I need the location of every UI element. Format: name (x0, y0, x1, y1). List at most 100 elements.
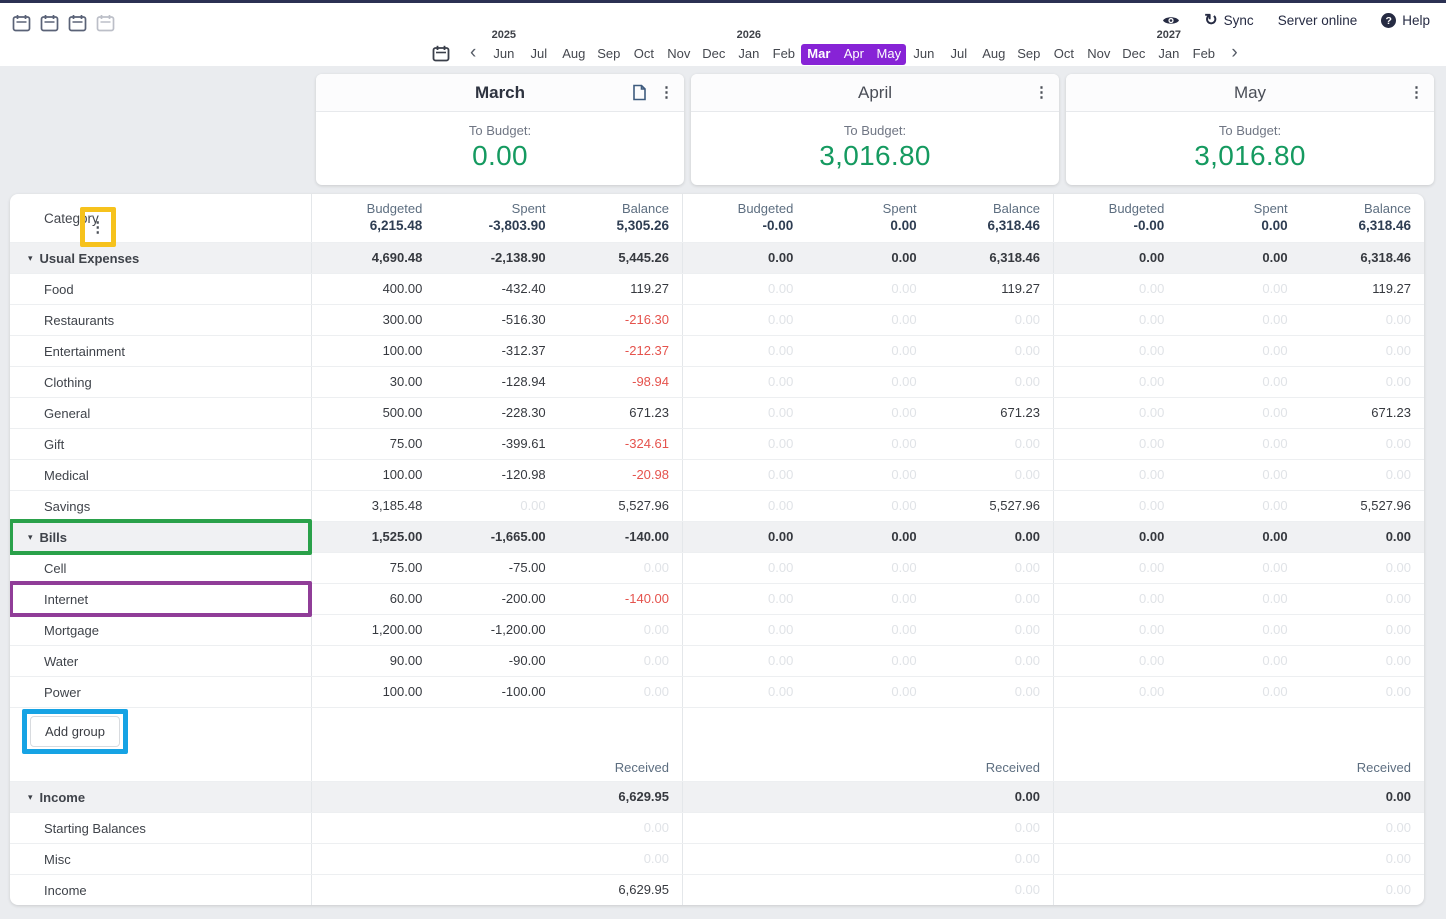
may-balance-cell[interactable]: 0.00 (1301, 429, 1424, 459)
may-balance-cell[interactable]: 0.00 (1301, 615, 1424, 645)
month-menu-button[interactable]: ⋮ (1409, 86, 1424, 100)
may-spent-cell[interactable]: 0.00 (1177, 553, 1300, 583)
april-received-cell[interactable]: 0.00 (683, 844, 1053, 874)
april-spent-cell[interactable]: 0.00 (806, 429, 929, 459)
may-spent-cell[interactable]: 0.00 (1177, 584, 1300, 614)
march-spent-cell[interactable]: -516.30 (435, 305, 558, 335)
april-spent-cell[interactable]: 0.00 (806, 243, 929, 273)
march-spent-cell[interactable]: -75.00 (435, 553, 558, 583)
may-received-cell[interactable]: 0.00 (1054, 782, 1424, 812)
april-spent-cell[interactable]: 0.00 (806, 274, 929, 304)
may-budgeted-cell[interactable]: 0.00 (1054, 615, 1177, 645)
to-budget-amount[interactable]: 0.00 (316, 140, 684, 172)
may-budgeted-cell[interactable]: 0.00 (1054, 429, 1177, 459)
category-name-usual-expenses[interactable]: ▾Usual Expenses (10, 243, 311, 273)
april-spent-cell[interactable]: 0.00 (806, 398, 929, 428)
may-spent-cell[interactable]: 0.00 (1177, 491, 1300, 521)
april-received-cell[interactable]: 0.00 (683, 875, 1053, 905)
may-spent-header[interactable]: Spent0.00 (1177, 194, 1300, 242)
april-balance-cell[interactable]: 0.00 (930, 429, 1053, 459)
may-spent-cell[interactable]: 0.00 (1177, 398, 1300, 428)
march-balance-cell[interactable]: -216.30 (559, 305, 682, 335)
collapse-arrow-icon[interactable]: ▾ (28, 792, 33, 803)
category-name-bills[interactable]: ▾Bills (10, 522, 311, 552)
april-spent-cell[interactable]: 0.00 (806, 522, 929, 552)
may-balance-cell[interactable]: 0.00 (1301, 460, 1424, 490)
april-budgeted-cell[interactable]: 0.00 (683, 429, 806, 459)
may-balance-cell[interactable]: 0.00 (1301, 305, 1424, 335)
month-nav-item-apr-10[interactable]: Apr (836, 28, 871, 65)
april-balance-cell[interactable]: 6,318.46 (930, 243, 1053, 273)
march-budgeted-cell[interactable]: 90.00 (312, 646, 435, 676)
april-spent-cell[interactable]: 0.00 (806, 584, 929, 614)
month-nav-item-nov-17[interactable]: Nov (1081, 28, 1116, 65)
march-balance-header[interactable]: Balance5,305.26 (559, 194, 682, 242)
april-balance-cell[interactable]: 0.00 (930, 677, 1053, 707)
category-name-clothing[interactable]: Clothing (10, 367, 311, 397)
march-spent-cell[interactable]: -90.00 (435, 646, 558, 676)
april-balance-cell[interactable]: 0.00 (930, 336, 1053, 366)
month-nav-item-feb-20[interactable]: Feb (1186, 28, 1221, 65)
march-balance-cell[interactable]: -212.37 (559, 336, 682, 366)
may-spent-cell[interactable]: 0.00 (1177, 646, 1300, 676)
may-spent-cell[interactable]: 0.00 (1177, 522, 1300, 552)
march-balance-cell[interactable]: 0.00 (559, 677, 682, 707)
march-budgeted-cell[interactable]: 75.00 (312, 553, 435, 583)
category-name-restaurants[interactable]: Restaurants (10, 305, 311, 335)
april-spent-cell[interactable]: 0.00 (806, 305, 929, 335)
category-name-internet[interactable]: Internet (10, 584, 311, 614)
server-status[interactable]: Server online (1278, 13, 1358, 28)
march-budgeted-cell[interactable]: 4,690.48 (312, 243, 435, 273)
april-budgeted-cell[interactable]: 0.00 (683, 305, 806, 335)
month-notes-button[interactable] (632, 84, 647, 101)
april-budgeted-cell[interactable]: 0.00 (683, 615, 806, 645)
march-balance-cell[interactable]: 0.00 (559, 646, 682, 676)
month-nav-item-dec-6[interactable]: Dec (696, 28, 731, 65)
month-nav-item-oct-4[interactable]: Oct (626, 28, 661, 65)
may-balance-cell[interactable]: 0.00 (1301, 522, 1424, 552)
april-balance-cell[interactable]: 0.00 (930, 646, 1053, 676)
march-spent-cell[interactable]: -432.40 (435, 274, 558, 304)
calendar-view-3-icon[interactable] (68, 14, 87, 32)
month-nav-item-sep-15[interactable]: Sep (1011, 28, 1046, 65)
may-received-cell[interactable]: 0.00 (1054, 813, 1424, 843)
april-balance-cell[interactable]: 119.27 (930, 274, 1053, 304)
april-budgeted-cell[interactable]: 0.00 (683, 460, 806, 490)
month-nav-item-mar-9[interactable]: Mar (801, 28, 836, 65)
april-spent-cell[interactable]: 0.00 (806, 367, 929, 397)
march-balance-cell[interactable]: 5,527.96 (559, 491, 682, 521)
may-balance-cell[interactable]: 671.23 (1301, 398, 1424, 428)
calendar-view-1-icon[interactable] (12, 14, 31, 32)
may-received-cell[interactable]: 0.00 (1054, 875, 1424, 905)
april-spent-cell[interactable]: 0.00 (806, 491, 929, 521)
march-spent-cell[interactable]: -228.30 (435, 398, 558, 428)
march-budgeted-cell[interactable]: 60.00 (312, 584, 435, 614)
may-balance-cell[interactable]: 6,318.46 (1301, 243, 1424, 273)
april-received-cell[interactable]: 0.00 (683, 813, 1053, 843)
category-name-water[interactable]: Water (10, 646, 311, 676)
may-spent-cell[interactable]: 0.00 (1177, 336, 1300, 366)
march-balance-cell[interactable]: 119.27 (559, 274, 682, 304)
march-spent-cell[interactable]: -128.94 (435, 367, 558, 397)
category-name-starting-balances[interactable]: Starting Balances (10, 813, 311, 843)
calendar-view-2-icon[interactable] (40, 14, 59, 32)
april-balance-cell[interactable]: 0.00 (930, 460, 1053, 490)
may-budgeted-cell[interactable]: 0.00 (1054, 491, 1177, 521)
may-spent-cell[interactable]: 0.00 (1177, 460, 1300, 490)
march-budgeted-cell[interactable]: 100.00 (312, 460, 435, 490)
march-budgeted-cell[interactable]: 400.00 (312, 274, 435, 304)
may-balance-cell[interactable]: 119.27 (1301, 274, 1424, 304)
april-balance-cell[interactable]: 0.00 (930, 367, 1053, 397)
may-budgeted-cell[interactable]: 0.00 (1054, 522, 1177, 552)
april-balance-cell[interactable]: 0.00 (930, 305, 1053, 335)
may-spent-cell[interactable]: 0.00 (1177, 677, 1300, 707)
category-name-mortgage[interactable]: Mortgage (10, 615, 311, 645)
march-spent-cell[interactable]: -399.61 (435, 429, 558, 459)
april-budgeted-cell[interactable]: 0.00 (683, 274, 806, 304)
month-nav-item-aug-2[interactable]: Aug (556, 28, 591, 65)
category-name-power[interactable]: Power (10, 677, 311, 707)
may-budgeted-header[interactable]: Budgeted-0.00 (1054, 194, 1177, 242)
month-nav-item-jun-0[interactable]: 2025Jun (486, 28, 521, 65)
april-spent-cell[interactable]: 0.00 (806, 460, 929, 490)
april-budgeted-header[interactable]: Budgeted-0.00 (683, 194, 806, 242)
